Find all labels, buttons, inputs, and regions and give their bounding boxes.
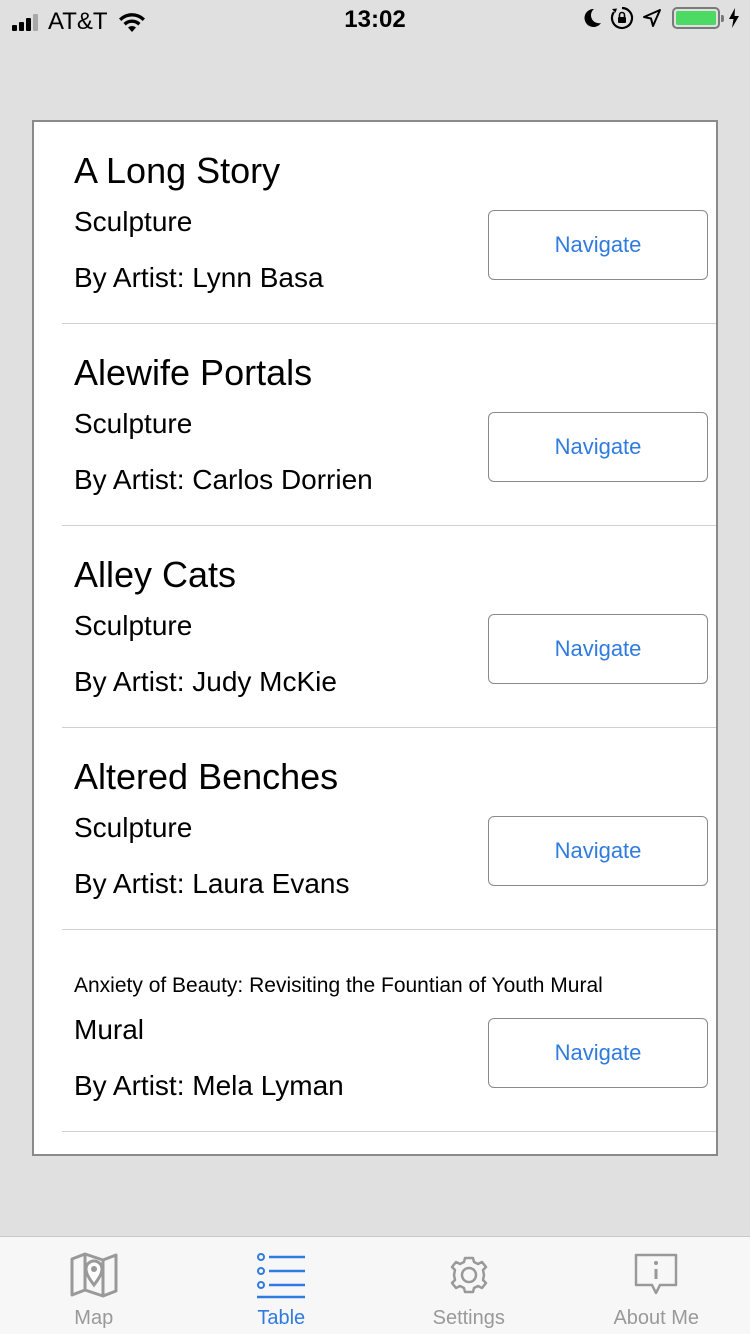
rotation-lock-icon	[610, 6, 634, 30]
artwork-type: Sculpture	[74, 408, 193, 439]
tab-map[interactable]: Map	[0, 1237, 188, 1334]
tab-table[interactable]: Table	[188, 1237, 376, 1334]
artwork-type: Sculpture	[74, 206, 193, 237]
tab-about-me[interactable]: About Me	[563, 1237, 750, 1334]
map-icon	[70, 1252, 118, 1298]
artwork-title: Anxiety of Beauty: Revisiting the Founti…	[74, 974, 603, 997]
charging-bolt-icon	[729, 8, 739, 28]
battery-icon	[672, 7, 724, 29]
artwork-list[interactable]: A Long Story Sculpture By Artist: Lynn B…	[32, 120, 718, 1156]
artwork-title: Altered Benches	[74, 756, 339, 797]
artwork-type: Sculpture	[74, 812, 193, 843]
artwork-artist: By Artist: Lynn Basa	[74, 262, 324, 293]
artwork-title: Alewife Portals	[74, 352, 313, 393]
artwork-title: Alley Cats	[74, 554, 237, 595]
gear-icon	[450, 1256, 487, 1294]
list-item: Alley Cats Sculpture By Artist: Judy McK…	[62, 526, 716, 728]
info-bubble-icon	[635, 1253, 678, 1295]
navigate-button[interactable]: Navigate	[488, 816, 708, 886]
navigate-button[interactable]: Navigate	[488, 1018, 708, 1088]
artwork-artist: By Artist: Judy McKie	[74, 666, 337, 697]
battery-tip	[721, 15, 724, 22]
artwork-artist: By Artist: Carlos Dorrien	[74, 464, 373, 495]
tab-settings[interactable]: Settings	[375, 1237, 563, 1334]
navigate-button[interactable]: Navigate	[488, 412, 708, 482]
tab-label: About Me	[613, 1307, 700, 1329]
list-item: Altered Benches Sculpture By Artist: Lau…	[62, 728, 716, 930]
tab-label: Map	[74, 1307, 114, 1329]
status-bar: AT&T 13:02	[0, 0, 750, 40]
tab-label: Settings	[432, 1307, 505, 1329]
moon-icon	[584, 8, 601, 27]
artwork-artist: By Artist: Laura Evans	[74, 868, 350, 899]
list-icon	[257, 1253, 306, 1299]
list-item: Alewife Portals Sculpture By Artist: Car…	[62, 324, 716, 526]
list-item: A Long Story Sculpture By Artist: Lynn B…	[62, 122, 716, 324]
navigate-button[interactable]: Navigate	[488, 614, 708, 684]
artwork-type: Sculpture	[74, 610, 193, 641]
artwork-type: Mural	[74, 1014, 145, 1045]
status-right	[574, 6, 740, 30]
navigate-button[interactable]: Navigate	[488, 210, 708, 280]
tab-label: Table	[257, 1307, 306, 1329]
location-arrow-icon	[643, 9, 661, 27]
tab-bar: Map Table Settings About Me	[0, 1236, 750, 1334]
battery-fill	[676, 11, 716, 25]
artwork-title: A Long Story	[74, 150, 281, 191]
list-item: Anxiety of Beauty: Revisiting the Founti…	[62, 930, 716, 1132]
artwork-artist: By Artist: Mela Lyman	[74, 1070, 344, 1101]
